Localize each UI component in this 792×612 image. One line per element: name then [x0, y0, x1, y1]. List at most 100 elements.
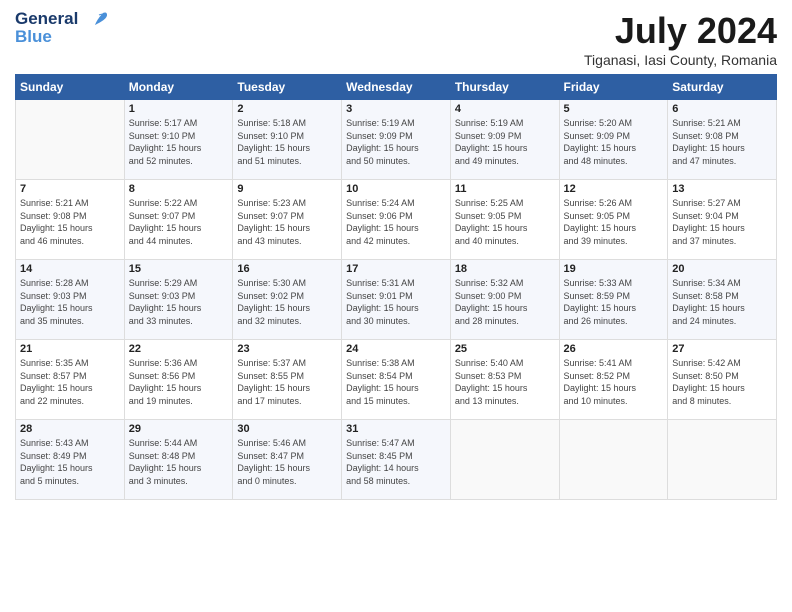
day-number: 2 — [237, 103, 337, 115]
month-title: July 2024 — [584, 10, 777, 52]
day-cell-6: 6Sunrise: 5:21 AM Sunset: 9:08 PM Daylig… — [668, 100, 777, 180]
day-cell-12: 12 Sunrise: 5:26 AM Sunset: 9:05 PM Dayli… — [559, 180, 668, 260]
header-day-monday: Monday — [124, 75, 233, 100]
day-info: Sunrise: 5:21 AM Sunset: 9:08 PM Dayligh… — [672, 117, 772, 167]
day-info: Sunrise: 5:17 AM Sunset: 9:10 PM Dayligh… — [129, 117, 229, 167]
day-number: 12 — [564, 183, 664, 195]
day-cell-27: 27Sunrise: 5:42 AM Sunset: 8:50 PM Dayli… — [668, 340, 777, 420]
day-cell-25: 25 Sunrise: 5:40 AM Sunset: 8:53 PM Dayli… — [450, 340, 559, 420]
day-info: Sunrise: 5:38 AM Sunset: 8:54 PM Dayligh… — [346, 357, 446, 407]
day-info: Sunrise: 5:20 AM Sunset: 9:09 PM Dayligh… — [564, 117, 664, 167]
header-day-wednesday: Wednesday — [342, 75, 451, 100]
header-day-tuesday: Tuesday — [233, 75, 342, 100]
day-number: 31 — [346, 423, 446, 435]
empty-cell — [16, 100, 125, 180]
day-number: 9 — [237, 183, 337, 195]
day-cell-24: 24 Sunrise: 5:38 AM Sunset: 8:54 PM Dayli… — [342, 340, 451, 420]
day-info: Sunrise: 5:19 AM Sunset: 9:09 PM Dayligh… — [346, 117, 446, 167]
calendar-table: SundayMondayTuesdayWednesdayThursdayFrid… — [15, 74, 777, 500]
day-cell-28: 28 Sunrise: 5:43 AM Sunset: 8:49 PM Dayli… — [16, 420, 125, 500]
day-cell-14: 14 Sunrise: 5:28 AM Sunset: 9:03 PM Dayli… — [16, 260, 125, 340]
day-cell-7: 7 Sunrise: 5:21 AM Sunset: 9:08 PM Daylig… — [16, 180, 125, 260]
week-row-3: 14 Sunrise: 5:28 AM Sunset: 9:03 PM Dayli… — [16, 260, 777, 340]
day-cell-19: 19Sunrise: 5:33 AM Sunset: 8:59 PM Dayli… — [559, 260, 668, 340]
day-cell-30: 30 Sunrise: 5:46 AM Sunset: 8:47 PM Dayli… — [233, 420, 342, 500]
day-number: 25 — [455, 343, 555, 355]
day-info: Sunrise: 5:18 AM Sunset: 9:10 PM Dayligh… — [237, 117, 337, 167]
day-info: Sunrise: 5:26 AM Sunset: 9:05 PM Dayligh… — [564, 197, 664, 247]
day-number: 23 — [237, 343, 337, 355]
day-number: 10 — [346, 183, 446, 195]
day-cell-26: 26Sunrise: 5:41 AM Sunset: 8:52 PM Dayli… — [559, 340, 668, 420]
day-cell-20: 20 Sunrise: 5:34 AM Sunset: 8:58 PM Dayli… — [668, 260, 777, 340]
day-number: 18 — [455, 263, 555, 275]
day-info: Sunrise: 5:27 AM Sunset: 9:04 PM Dayligh… — [672, 197, 772, 247]
day-info: Sunrise: 5:41 AM Sunset: 8:52 PM Dayligh… — [564, 357, 664, 407]
day-cell-15: 15 Sunrise: 5:29 AM Sunset: 9:03 PM Dayli… — [124, 260, 233, 340]
day-info: Sunrise: 5:28 AM Sunset: 9:03 PM Dayligh… — [20, 277, 120, 327]
day-number: 7 — [20, 183, 120, 195]
day-cell-17: 17 Sunrise: 5:31 AM Sunset: 9:01 PM Dayli… — [342, 260, 451, 340]
day-cell-29: 29 Sunrise: 5:44 AM Sunset: 8:48 PM Dayli… — [124, 420, 233, 500]
day-number: 5 — [564, 103, 664, 115]
day-number: 22 — [129, 343, 229, 355]
header-day-friday: Friday — [559, 75, 668, 100]
day-info: Sunrise: 5:31 AM Sunset: 9:01 PM Dayligh… — [346, 277, 446, 327]
day-info: Sunrise: 5:44 AM Sunset: 8:48 PM Dayligh… — [129, 437, 229, 487]
day-info: Sunrise: 5:43 AM Sunset: 8:49 PM Dayligh… — [20, 437, 120, 487]
day-info: Sunrise: 5:36 AM Sunset: 8:56 PM Dayligh… — [129, 357, 229, 407]
day-number: 17 — [346, 263, 446, 275]
logo: General Blue — [15, 10, 107, 47]
day-info: Sunrise: 5:47 AM Sunset: 8:45 PM Dayligh… — [346, 437, 446, 487]
day-cell-13: 13 Sunrise: 5:27 AM Sunset: 9:04 PM Dayli… — [668, 180, 777, 260]
empty-cell — [559, 420, 668, 500]
day-info: Sunrise: 5:30 AM Sunset: 9:02 PM Dayligh… — [237, 277, 337, 327]
day-cell-10: 10 Sunrise: 5:24 AM Sunset: 9:06 PM Dayli… — [342, 180, 451, 260]
day-cell-4: 4Sunrise: 5:19 AM Sunset: 9:09 PM Daylig… — [450, 100, 559, 180]
day-number: 13 — [672, 183, 772, 195]
day-number: 21 — [20, 343, 120, 355]
header-day-saturday: Saturday — [668, 75, 777, 100]
day-number: 28 — [20, 423, 120, 435]
day-info: Sunrise: 5:21 AM Sunset: 9:08 PM Dayligh… — [20, 197, 120, 247]
day-cell-3: 3Sunrise: 5:19 AM Sunset: 9:09 PM Daylig… — [342, 100, 451, 180]
day-info: Sunrise: 5:23 AM Sunset: 9:07 PM Dayligh… — [237, 197, 337, 247]
logo-blue: Blue — [15, 27, 52, 47]
day-cell-18: 18 Sunrise: 5:32 AM Sunset: 9:00 PM Dayli… — [450, 260, 559, 340]
location: Tiganasi, Iasi County, Romania — [584, 52, 777, 68]
day-number: 14 — [20, 263, 120, 275]
day-info: Sunrise: 5:35 AM Sunset: 8:57 PM Dayligh… — [20, 357, 120, 407]
week-row-1: 1Sunrise: 5:17 AM Sunset: 9:10 PM Daylig… — [16, 100, 777, 180]
day-cell-2: 2 Sunrise: 5:18 AM Sunset: 9:10 PM Daylig… — [233, 100, 342, 180]
day-cell-1: 1Sunrise: 5:17 AM Sunset: 9:10 PM Daylig… — [124, 100, 233, 180]
day-cell-8: 8 Sunrise: 5:22 AM Sunset: 9:07 PM Daylig… — [124, 180, 233, 260]
day-number: 4 — [455, 103, 555, 115]
day-number: 24 — [346, 343, 446, 355]
header-row: SundayMondayTuesdayWednesdayThursdayFrid… — [16, 75, 777, 100]
day-number: 8 — [129, 183, 229, 195]
day-number: 15 — [129, 263, 229, 275]
day-cell-9: 9 Sunrise: 5:23 AM Sunset: 9:07 PM Daylig… — [233, 180, 342, 260]
day-info: Sunrise: 5:40 AM Sunset: 8:53 PM Dayligh… — [455, 357, 555, 407]
day-cell-31: 31 Sunrise: 5:47 AM Sunset: 8:45 PM Dayli… — [342, 420, 451, 500]
day-number: 19 — [564, 263, 664, 275]
day-cell-22: 22 Sunrise: 5:36 AM Sunset: 8:56 PM Dayli… — [124, 340, 233, 420]
day-info: Sunrise: 5:29 AM Sunset: 9:03 PM Dayligh… — [129, 277, 229, 327]
day-info: Sunrise: 5:24 AM Sunset: 9:06 PM Dayligh… — [346, 197, 446, 247]
day-info: Sunrise: 5:42 AM Sunset: 8:50 PM Dayligh… — [672, 357, 772, 407]
day-cell-23: 23 Sunrise: 5:37 AM Sunset: 8:55 PM Dayli… — [233, 340, 342, 420]
day-number: 29 — [129, 423, 229, 435]
day-info: Sunrise: 5:37 AM Sunset: 8:55 PM Dayligh… — [237, 357, 337, 407]
day-cell-5: 5 Sunrise: 5:20 AM Sunset: 9:09 PM Daylig… — [559, 100, 668, 180]
day-info: Sunrise: 5:22 AM Sunset: 9:07 PM Dayligh… — [129, 197, 229, 247]
day-number: 20 — [672, 263, 772, 275]
day-number: 30 — [237, 423, 337, 435]
day-cell-11: 11Sunrise: 5:25 AM Sunset: 9:05 PM Dayli… — [450, 180, 559, 260]
header-day-sunday: Sunday — [16, 75, 125, 100]
day-info: Sunrise: 5:34 AM Sunset: 8:58 PM Dayligh… — [672, 277, 772, 327]
week-row-4: 21 Sunrise: 5:35 AM Sunset: 8:57 PM Dayli… — [16, 340, 777, 420]
day-info: Sunrise: 5:46 AM Sunset: 8:47 PM Dayligh… — [237, 437, 337, 487]
day-info: Sunrise: 5:32 AM Sunset: 9:00 PM Dayligh… — [455, 277, 555, 327]
day-number: 11 — [455, 183, 555, 195]
week-row-2: 7 Sunrise: 5:21 AM Sunset: 9:08 PM Daylig… — [16, 180, 777, 260]
